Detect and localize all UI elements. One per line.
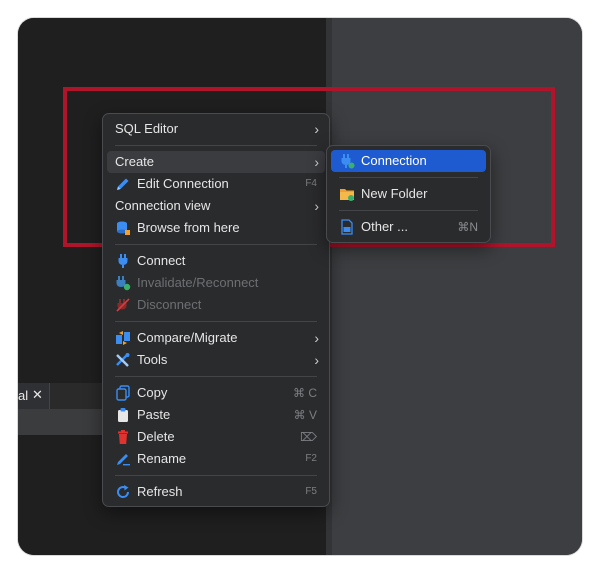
menu-item-edit-connection[interactable]: Edit Connection F4 xyxy=(107,173,325,195)
menu-item-label: Rename xyxy=(137,451,187,466)
disconnect-icon xyxy=(115,297,131,313)
menu-separator xyxy=(115,145,317,146)
menu-separator xyxy=(339,210,478,211)
menu-item-sql-editor[interactable]: SQL Editor › xyxy=(107,118,325,140)
menu-item-label: Connection view xyxy=(115,198,211,213)
menu-item-label: Browse from here xyxy=(137,220,240,235)
menu-item-label: Invalidate/Reconnect xyxy=(137,275,259,290)
editor-pane xyxy=(332,18,582,555)
menu-item-create[interactable]: Create › xyxy=(107,151,325,173)
close-icon[interactable]: ✕ xyxy=(32,387,43,403)
refresh-icon xyxy=(115,484,131,500)
reconnect-icon xyxy=(115,275,131,291)
menu-item-label: Disconnect xyxy=(137,297,202,312)
chevron-right-icon: › xyxy=(314,198,319,214)
menu-item-refresh[interactable]: Refresh F5 xyxy=(107,481,325,503)
database-icon xyxy=(115,220,131,236)
tab-partial[interactable]: al ✕ xyxy=(18,383,50,409)
menu-item-delete[interactable]: Delete ⌦ xyxy=(107,426,325,448)
submenu-item-new-folder[interactable]: New Folder xyxy=(331,183,486,205)
compare-icon xyxy=(115,330,131,346)
menu-item-disconnect[interactable]: Disconnect xyxy=(107,294,325,316)
menu-item-label: Tools xyxy=(137,352,168,367)
menu-item-label: Edit Connection xyxy=(137,176,229,191)
menu-item-label: Connect xyxy=(137,253,186,268)
rename-icon xyxy=(115,451,131,467)
submenu-item-label: Other ... xyxy=(361,219,408,234)
submenu-item-label: New Folder xyxy=(361,186,428,201)
menu-separator xyxy=(115,244,317,245)
menu-item-connect[interactable]: Connect xyxy=(107,250,325,272)
menu-item-label: Copy xyxy=(137,385,168,400)
menu-item-invalidate-reconnect[interactable]: Invalidate/Reconnect xyxy=(107,272,325,294)
shortcut-label: ⌘ C xyxy=(293,386,317,400)
menu-item-rename[interactable]: Rename F2 xyxy=(107,448,325,470)
menu-item-paste[interactable]: Paste ⌘ V xyxy=(107,404,325,426)
menu-item-label: Create xyxy=(115,154,155,169)
submenu-item-other[interactable]: Other ... ⌘N xyxy=(331,216,486,238)
menu-item-tools[interactable]: Tools › xyxy=(107,349,325,371)
plug-icon xyxy=(115,253,131,269)
shortcut-label: ⌘N xyxy=(457,220,478,234)
shortcut-label: ⌦ xyxy=(300,430,317,444)
menu-item-compare-migrate[interactable]: Compare/Migrate › xyxy=(107,327,325,349)
chevron-right-icon: › xyxy=(314,330,319,346)
menu-item-label: Delete xyxy=(137,429,175,444)
chevron-right-icon: › xyxy=(314,121,319,137)
menu-item-label: Refresh xyxy=(137,484,183,499)
submenu-item-connection[interactable]: Connection xyxy=(331,150,486,172)
paste-icon xyxy=(115,407,131,423)
tools-icon xyxy=(115,352,131,368)
copy-icon xyxy=(115,385,131,401)
chevron-right-icon: › xyxy=(314,352,319,368)
menu-item-label: Paste xyxy=(137,407,171,422)
other-object-icon xyxy=(339,219,355,235)
new-connection-icon xyxy=(339,153,355,169)
menu-item-copy[interactable]: Copy ⌘ C xyxy=(107,382,325,404)
create-submenu: Connection New Folder Other ... ⌘N xyxy=(326,145,491,243)
delete-icon xyxy=(115,429,131,445)
shortcut-label: F5 xyxy=(305,486,317,497)
submenu-item-label: Connection xyxy=(361,153,427,168)
menu-separator xyxy=(339,177,478,178)
menu-item-browse-from-here[interactable]: Browse from here xyxy=(107,217,325,239)
context-menu: SQL Editor › Create › Edit Connection F4… xyxy=(102,113,330,507)
chevron-right-icon: › xyxy=(314,154,319,170)
menu-item-label: Compare/Migrate xyxy=(137,330,238,345)
tab-label: al xyxy=(18,388,29,403)
shortcut-label: ⌘ V xyxy=(293,408,317,422)
menu-separator xyxy=(115,376,317,377)
menu-separator xyxy=(115,321,317,322)
shortcut-label: F4 xyxy=(305,178,317,189)
menu-item-label: SQL Editor xyxy=(115,121,179,136)
shortcut-label: F2 xyxy=(305,453,317,464)
pencil-icon xyxy=(115,176,131,192)
menu-separator xyxy=(115,475,317,476)
menu-item-connection-view[interactable]: Connection view › xyxy=(107,195,325,217)
new-folder-icon xyxy=(339,186,355,202)
